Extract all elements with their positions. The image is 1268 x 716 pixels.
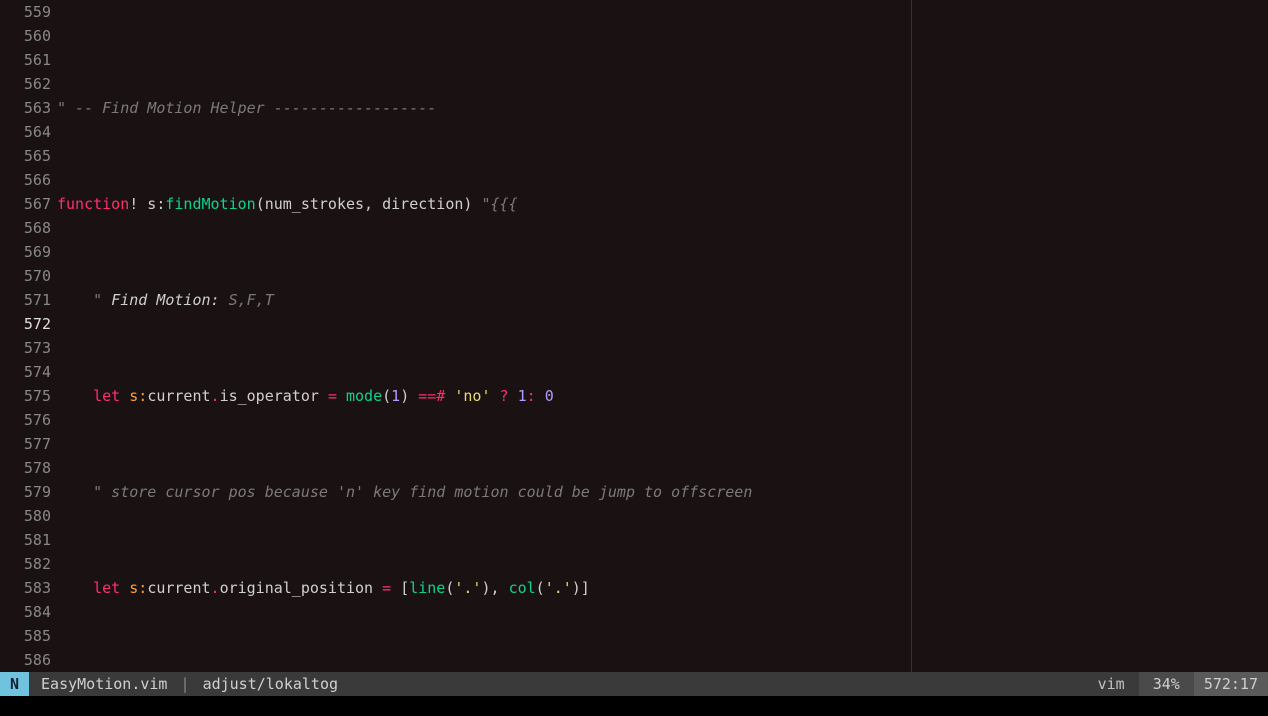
- color-column: [911, 0, 912, 672]
- line-number: 576: [0, 408, 51, 432]
- line-number: 564: [0, 120, 51, 144]
- line-number: 572: [0, 312, 51, 336]
- line-number: 563: [0, 96, 51, 120]
- line-number: 567: [0, 192, 51, 216]
- line-number: 562: [0, 72, 51, 96]
- line-number: 583: [0, 576, 51, 600]
- line-number: 577: [0, 432, 51, 456]
- line-number: 575: [0, 384, 51, 408]
- command-line[interactable]: [0, 696, 1268, 716]
- line-number: 580: [0, 504, 51, 528]
- line-number: 569: [0, 240, 51, 264]
- separator-icon: |: [177, 675, 203, 693]
- line-number: 582: [0, 552, 51, 576]
- filetype-indicator: vim: [1084, 672, 1139, 696]
- line-number: 574: [0, 360, 51, 384]
- cursor-position: 572:17: [1194, 672, 1268, 696]
- code-line: let s:current.original_position = [line(…: [57, 576, 1268, 600]
- line-number: 585: [0, 624, 51, 648]
- git-branch: adjust/lokaltog: [203, 675, 338, 693]
- line-number: 560: [0, 24, 51, 48]
- line-number: 581: [0, 528, 51, 552]
- line-number: 578: [0, 456, 51, 480]
- code-line: " Find Motion: S,F,T: [57, 288, 1268, 312]
- code-line: " store cursor pos because 'n' key find …: [57, 480, 1268, 504]
- mode-indicator: N: [0, 672, 29, 696]
- line-number: 579: [0, 480, 51, 504]
- code-area[interactable]: 5595605615625635645655665675685695705715…: [0, 0, 1268, 672]
- line-number: 568: [0, 216, 51, 240]
- line-number: 565: [0, 144, 51, 168]
- editor-root: 5595605615625635645655665675685695705715…: [0, 0, 1268, 716]
- line-number: 586: [0, 648, 51, 672]
- code-line: function! s:findMotion(num_strokes, dire…: [57, 192, 1268, 216]
- status-filename: EasyMotion.vim | adjust/lokaltog: [29, 672, 350, 696]
- status-bar: N EasyMotion.vim | adjust/lokaltog vim 3…: [0, 672, 1268, 696]
- code-content[interactable]: " -- Find Motion Helper ----------------…: [57, 0, 1268, 672]
- line-number: 561: [0, 48, 51, 72]
- code-line: let s:current.is_operator = mode(1) ==# …: [57, 384, 1268, 408]
- line-number: 584: [0, 600, 51, 624]
- line-number-gutter: 5595605615625635645655665675685695705715…: [0, 0, 57, 672]
- line-number: 559: [0, 0, 51, 24]
- code-line: " -- Find Motion Helper ----------------…: [57, 96, 1268, 120]
- line-number: 566: [0, 168, 51, 192]
- line-number: 570: [0, 264, 51, 288]
- line-number: 571: [0, 288, 51, 312]
- line-number: 573: [0, 336, 51, 360]
- scroll-percent: 34%: [1139, 672, 1194, 696]
